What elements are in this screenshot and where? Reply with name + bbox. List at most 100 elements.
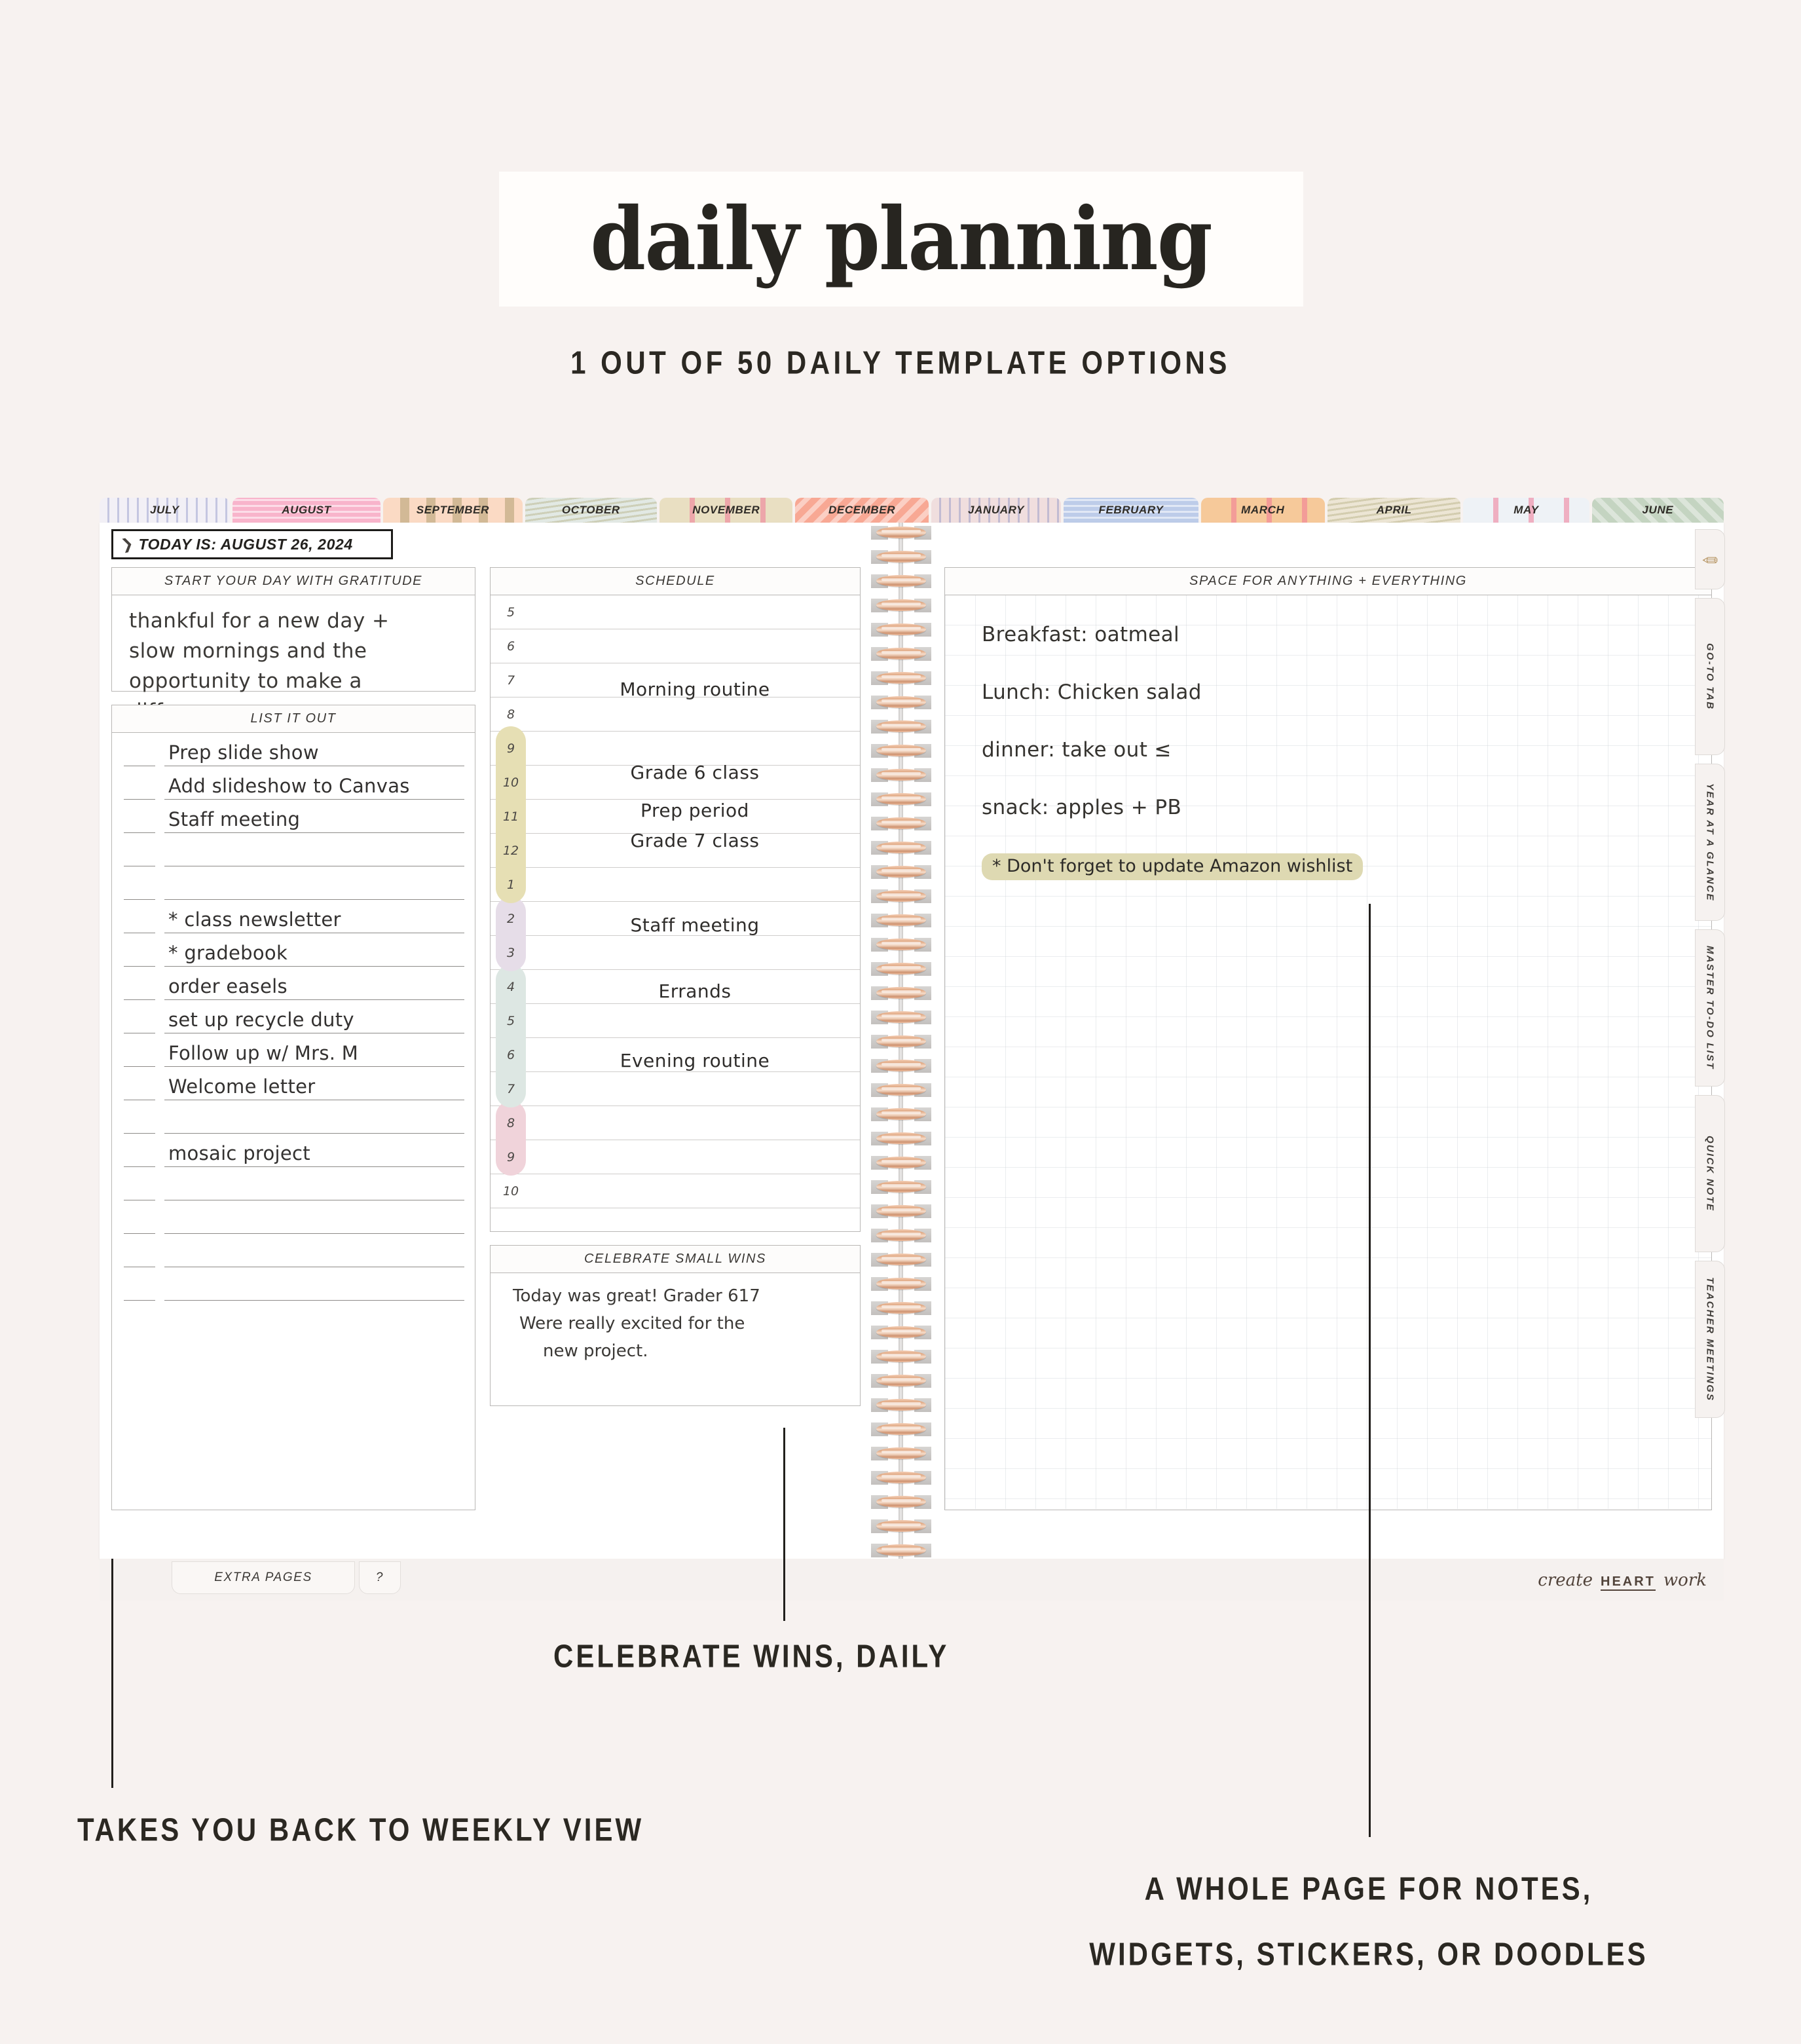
schedule-hour-row[interactable]: 9 <box>491 732 860 766</box>
spiral-coil <box>871 864 931 882</box>
month-tab-october[interactable]: OCTOBER <box>525 498 658 523</box>
month-tab-april[interactable]: APRIL <box>1328 498 1461 523</box>
todo-text: Follow up w/ Mrs. M <box>168 1042 359 1064</box>
schedule-event[interactable]: Grade 7 class <box>536 830 853 851</box>
notes-canvas[interactable]: Breakfast: oatmeal Lunch: Chicken salad di… <box>945 595 1711 1509</box>
month-tab-september[interactable]: SEPTEMBER <box>383 498 523 523</box>
schedule-hour-pill <box>496 897 526 971</box>
schedule-hour-row[interactable]: 9 <box>491 1140 860 1174</box>
brand-create: create <box>1538 1570 1593 1590</box>
spiral-coil <box>871 1495 931 1512</box>
schedule-hour-pill <box>496 1101 526 1176</box>
todo-checkbox-line[interactable] <box>124 799 155 800</box>
month-tab-november[interactable]: NOVEMBER <box>659 498 793 523</box>
spiral-coil <box>871 1083 931 1100</box>
schedule-hour-label: 12 <box>502 843 519 858</box>
todo-row[interactable] <box>112 1238 475 1271</box>
schedule-event[interactable]: Evening routine <box>536 1050 853 1071</box>
notes-section: SPACE FOR ANYTHING + EVERYTHING Breakfas… <box>944 567 1712 1510</box>
todo-row[interactable]: Staff meeting <box>112 804 475 837</box>
todo-row[interactable]: Welcome letter <box>112 1071 475 1104</box>
schedule-hour-row[interactable]: 5 <box>491 595 860 629</box>
spiral-coil <box>871 598 931 615</box>
todo-checkbox-line[interactable] <box>124 966 155 967</box>
schedule-hour-row[interactable]: 7 <box>491 1072 860 1106</box>
spiral-coil <box>871 937 931 954</box>
spiral-coil <box>871 695 931 712</box>
todo-row[interactable]: Prep slide show <box>112 737 475 770</box>
schedule-event[interactable]: Staff meeting <box>536 914 853 936</box>
daily-planning-promo-page: daily planning 1 OUT OF 50 DAILY TEMPLAT… <box>0 0 1801 2044</box>
spiral-coil <box>871 646 931 663</box>
todo-row[interactable] <box>112 870 475 904</box>
todo-checkbox-line[interactable] <box>124 832 155 833</box>
side-tab-quick-note[interactable]: QUICK NOTE <box>1695 1095 1725 1252</box>
schedule-event[interactable]: Prep period <box>536 800 853 821</box>
todo-checkbox-line[interactable] <box>124 1166 155 1167</box>
todo-row[interactable]: order easels <box>112 971 475 1004</box>
month-tab-march[interactable]: MARCH <box>1200 498 1326 523</box>
month-tab-june[interactable]: JUNE <box>1591 498 1724 523</box>
schedule-hour-row[interactable]: 1 <box>491 868 860 902</box>
todo-row[interactable] <box>112 1104 475 1138</box>
todo-row[interactable]: Follow up w/ Mrs. M <box>112 1037 475 1071</box>
todo-row[interactable] <box>112 1204 475 1238</box>
todo-write-line <box>164 1066 464 1067</box>
todo-row[interactable]: * gradebook <box>112 937 475 971</box>
todo-row[interactable] <box>112 1171 475 1204</box>
todo-checkbox-line[interactable] <box>124 999 155 1000</box>
month-tab-bar[interactable]: JULY AUGUST SEPTEMBER OCTOBER NOVEMBER DECEMB… <box>100 498 1724 523</box>
todo-row[interactable] <box>112 1271 475 1305</box>
schedule-hour-row[interactable]: 10 <box>491 1174 860 1208</box>
today-banner[interactable]: ❯ TODAY IS: AUGUST 26, 2024 <box>111 529 393 559</box>
spiral-coil <box>871 816 931 833</box>
todo-checkbox-line[interactable] <box>124 899 155 900</box>
schedule-hour-label: 9 <box>506 1149 515 1164</box>
side-tab-teacher-meetings[interactable]: TEACHER MEETINGS <box>1695 1261 1725 1418</box>
spiral-coil <box>871 1058 931 1075</box>
side-tab-pencil[interactable]: ✎ <box>1695 529 1725 589</box>
todo-checkbox-line[interactable] <box>124 1066 155 1067</box>
todo-checkbox-line[interactable] <box>124 1300 155 1301</box>
help-button[interactable]: ? <box>359 1561 401 1594</box>
extra-pages-button[interactable]: EXTRA PAGES <box>172 1561 355 1594</box>
schedule-grid[interactable]: 5 6 7 8 9 10 11 12 1 2 3 4 5 6 7 8 9 10 Morning routine Gra… <box>491 595 860 1208</box>
celebrate-entry[interactable]: Today was great! Grader 617 Were really e… <box>491 1273 860 1365</box>
notes-heading: SPACE FOR ANYTHING + EVERYTHING <box>945 568 1711 595</box>
schedule-event[interactable]: Grade 6 class <box>536 762 853 783</box>
todo-checkbox-line[interactable] <box>124 1133 155 1134</box>
schedule-event[interactable]: Morning routine <box>536 678 853 700</box>
list-it-out-section: LIST IT OUT Prep slide show Add slideshow… <box>111 705 475 1510</box>
month-tab-december[interactable]: DECEMBER <box>795 498 929 523</box>
todo-list[interactable]: Prep slide show Add slideshow to Canvas St… <box>112 733 475 1305</box>
month-tab-label: JUNE <box>1642 504 1674 516</box>
schedule-event[interactable]: Errands <box>536 980 853 1002</box>
schedule-hour-row[interactable]: 3 <box>491 936 860 970</box>
month-tab-january[interactable]: JANUARY <box>931 498 1062 523</box>
gratitude-section: START YOUR DAY WITH GRATITUDE thankful f… <box>111 567 475 723</box>
spiral-coil <box>871 1422 931 1439</box>
todo-text: order easels <box>168 975 288 997</box>
todo-row[interactable]: * class newsletter <box>112 904 475 937</box>
month-tab-july[interactable]: JULY <box>100 498 230 523</box>
todo-row[interactable] <box>112 837 475 870</box>
todo-row[interactable]: set up recycle duty <box>112 1004 475 1037</box>
month-tab-may[interactable]: MAY <box>1463 498 1589 523</box>
todo-checkbox-line[interactable] <box>124 1233 155 1234</box>
schedule-hour-row[interactable]: 6 <box>491 629 860 663</box>
todo-write-line <box>164 1166 464 1167</box>
spiral-coil <box>871 768 931 785</box>
month-tab-august[interactable]: AUGUST <box>232 498 381 523</box>
todo-write-line <box>164 832 464 833</box>
todo-row[interactable]: mosaic project <box>112 1138 475 1171</box>
schedule-hour-label: 3 <box>506 945 515 960</box>
schedule-hour-row[interactable]: 5 <box>491 1004 860 1038</box>
spiral-coil <box>871 525 931 542</box>
side-tab-master-to-do-list[interactable]: MASTER TO-DO LIST <box>1695 929 1725 1087</box>
spiral-coil <box>871 1276 931 1293</box>
leader-line-notes <box>1369 904 1371 1837</box>
month-tab-february[interactable]: FEBRUARY <box>1064 498 1198 523</box>
schedule-hour-row[interactable]: 8 <box>491 1106 860 1140</box>
schedule-hour-row[interactable]: 8 <box>491 697 860 732</box>
todo-row[interactable]: Add slideshow to Canvas <box>112 770 475 804</box>
